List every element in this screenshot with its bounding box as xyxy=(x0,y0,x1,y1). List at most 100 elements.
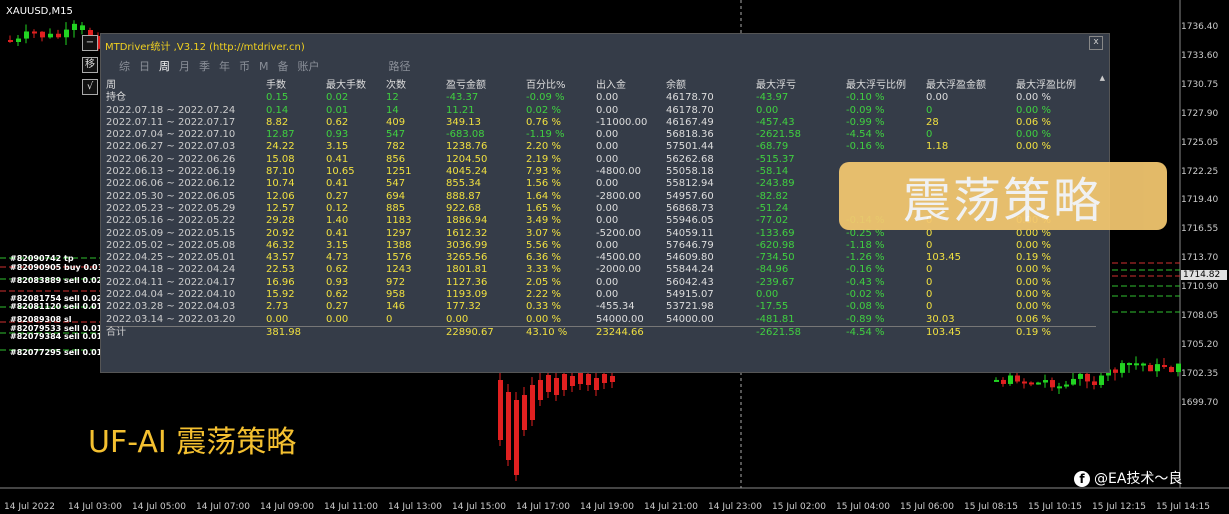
price-scale-label: 1702.35 xyxy=(1181,368,1219,379)
candle-body xyxy=(506,392,511,460)
table-cell: 2022.04.25 ~ 2022.05.01 xyxy=(106,252,236,264)
time-label: 14 Jul 21:00 xyxy=(644,502,698,512)
table-cell: -734.50 xyxy=(756,252,795,264)
table-cell: 0.00 % xyxy=(1016,264,1051,276)
table-cell: 1.56 % xyxy=(526,178,561,190)
table-cell: 0.00 xyxy=(756,289,779,301)
table-cell: 146 xyxy=(386,301,406,313)
table-row: 2022.07.18 ~ 2022.07.24 0.14 0.01 14 11.21 0.… xyxy=(106,105,1096,117)
table-row: 2022.04.04 ~ 2022.04.10 15.92 0.62 958 1193.… xyxy=(106,289,1096,301)
table-cell: 0.27 xyxy=(326,190,349,202)
tab-item[interactable]: 路径 xyxy=(389,58,411,74)
table-cell: 4.73 xyxy=(326,252,349,264)
table-cell: 2.73 xyxy=(266,301,289,313)
table-cell xyxy=(326,325,386,340)
table-row: 2022.03.28 ~ 2022.04.03 2.73 0.27 146 177.32… xyxy=(106,301,1096,313)
current-price-tag: 1714.82 xyxy=(1181,270,1227,280)
table-cell: 1297 xyxy=(386,227,412,239)
table-cell: 0 xyxy=(926,276,933,288)
table-cell: 1.65 % xyxy=(526,202,561,214)
tab-item[interactable]: 月 xyxy=(179,58,190,74)
table-cell: -455.34 xyxy=(596,301,635,313)
price-scale-label: 1736.40 xyxy=(1181,22,1219,32)
table-cell: 2.20 % xyxy=(526,141,561,153)
table-cell: 0.02 xyxy=(326,92,349,104)
table-cell: 2.05 % xyxy=(526,276,561,288)
tab-item[interactable]: M xyxy=(259,60,269,73)
table-cell: 2.22 % xyxy=(526,289,561,301)
order-label: #82083889 sell 0.02 xyxy=(10,276,103,285)
tab-item[interactable]: 账户 xyxy=(298,58,320,74)
table-cell: 0.00 xyxy=(596,202,619,214)
table-cell: 177.32 xyxy=(446,301,481,313)
tab-item[interactable]: 周 xyxy=(159,58,170,74)
candle-body xyxy=(522,395,527,430)
candle-body xyxy=(570,376,575,386)
table-cell: 2022.05.23 ~ 2022.05.29 xyxy=(106,202,236,214)
table-cell: 46178.70 xyxy=(666,92,714,104)
strategy-banner: 震荡策略 xyxy=(839,162,1167,230)
table-cell: 最大手数 xyxy=(326,80,366,91)
table-cell: 0.00 xyxy=(326,313,349,325)
table-cell: -5200.00 xyxy=(596,227,641,239)
tab-item[interactable]: 备 xyxy=(278,58,289,74)
minimize-button[interactable]: − xyxy=(82,35,98,51)
table-cell: 1193.09 xyxy=(446,289,488,301)
table-cell: 0.06 % xyxy=(1016,116,1051,128)
table-cell: 10.65 xyxy=(326,166,355,178)
table-cell: 14 xyxy=(386,104,399,116)
table-cell: 0.00 % xyxy=(1016,92,1051,104)
table-cell: 2022.04.18 ~ 2022.04.24 xyxy=(106,264,236,276)
table-cell: 0.12 xyxy=(326,202,349,214)
table-cell: 0.00 xyxy=(596,289,619,301)
table-cell: 3.33 % xyxy=(526,264,561,276)
price-scale-label: 1733.60 xyxy=(1181,50,1219,61)
table-cell: 2022.04.04 ~ 2022.04.10 xyxy=(106,289,236,301)
table-cell: 0.00 xyxy=(596,239,619,251)
table-cell: 0.15 xyxy=(266,92,289,104)
table-cell: 55946.05 xyxy=(666,215,714,227)
table-cell: 30.03 xyxy=(926,313,955,325)
time-label: 15 Jul 02:00 xyxy=(772,502,826,512)
table-cell: 56262.68 xyxy=(666,153,714,165)
table-cell: 2022.07.11 ~ 2022.07.17 xyxy=(106,116,236,128)
tab-item[interactable]: 综 xyxy=(119,58,130,74)
table-cell: 46.32 xyxy=(266,239,295,251)
table-cell: 余额 xyxy=(666,80,686,91)
table-row: 2022.04.18 ~ 2022.04.24 22.53 0.62 1243 1801… xyxy=(106,264,1096,276)
tab-item[interactable]: 年 xyxy=(219,58,230,74)
move-button[interactable]: 移 xyxy=(82,57,98,73)
platform-icon: f xyxy=(1074,471,1090,487)
table-cell: 349.13 xyxy=(446,116,481,128)
table-cell: 11.21 xyxy=(446,104,475,116)
tab-item[interactable]: 日 xyxy=(139,58,150,74)
check-button[interactable]: √ xyxy=(82,79,98,95)
table-cell xyxy=(666,325,756,340)
table-cell: 3.07 % xyxy=(526,227,561,239)
tab-item[interactable]: 季 xyxy=(199,58,210,74)
table-cell: 出入金 xyxy=(596,80,626,91)
candle-body xyxy=(40,31,45,38)
tab-item[interactable]: 币 xyxy=(239,58,250,74)
table-cell: 87.10 xyxy=(266,166,295,178)
table-cell: -43.97 xyxy=(756,92,789,104)
table-cell: -58.14 xyxy=(756,166,789,178)
table-row: 2022.06.27 ~ 2022.07.03 24.22 3.15 782 1238.… xyxy=(106,141,1096,153)
table-cell: 0.41 xyxy=(326,153,349,165)
table-cell: 43.10 % xyxy=(526,325,596,340)
table-cell: -133.69 xyxy=(756,227,795,239)
close-icon[interactable]: x xyxy=(1089,36,1103,50)
table-cell: 1801.81 xyxy=(446,264,488,276)
table-cell: -2800.00 xyxy=(596,190,641,202)
table-cell: 20.92 xyxy=(266,227,295,239)
table-cell: 12.06 xyxy=(266,190,295,202)
sort-arrow-icon[interactable]: ▲ xyxy=(1100,74,1105,82)
table-cell: 0.00 % xyxy=(1016,239,1051,251)
candle-body xyxy=(586,374,591,385)
period-tabs[interactable]: 综日周月季年币 M 备账户 路径 xyxy=(119,58,420,74)
table-cell: 0.19 % xyxy=(1016,252,1051,264)
candle-body xyxy=(1050,380,1055,388)
time-label: 14 Jul 13:00 xyxy=(388,502,442,512)
table-cell: 54609.80 xyxy=(666,252,714,264)
candle-body xyxy=(1148,365,1153,372)
